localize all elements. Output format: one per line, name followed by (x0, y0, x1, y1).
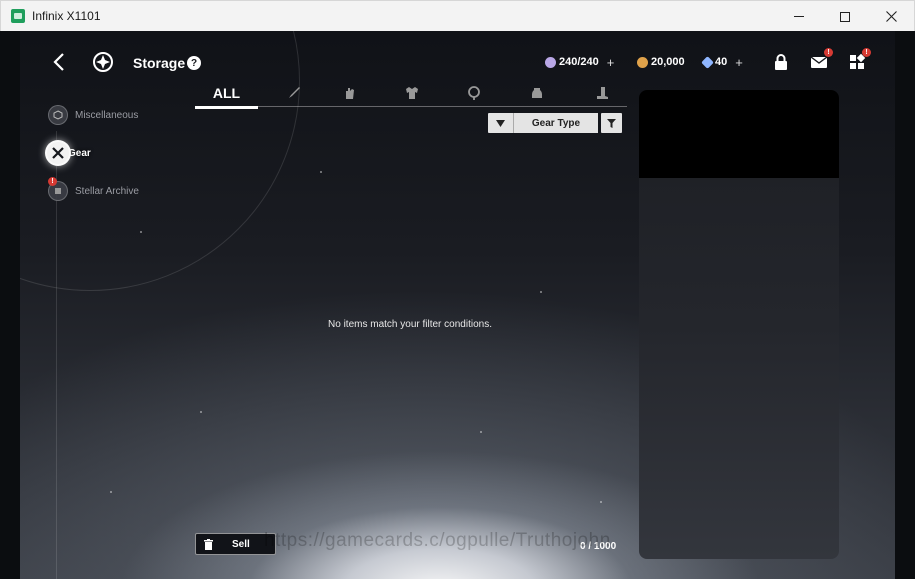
menu-button[interactable]: ! (848, 48, 871, 71)
tab-weapon[interactable] (279, 79, 309, 107)
item-preview-area (639, 90, 839, 178)
minimize-icon (794, 16, 804, 17)
maximize-button[interactable] (822, 1, 868, 32)
tab-boots[interactable] (587, 79, 617, 107)
gems-add-button[interactable]: + (735, 55, 743, 70)
window-title: Infinix X1101 (32, 9, 101, 23)
app-icon (11, 9, 25, 23)
stamina-icon (545, 56, 556, 68)
trash-icon (204, 538, 213, 550)
sidebar-item-miscellaneous[interactable]: Miscellaneous (48, 105, 138, 125)
star (480, 431, 482, 433)
sort-direction-button[interactable] (488, 113, 513, 133)
help-icon[interactable]: ? (187, 56, 201, 70)
chevron-left-icon (53, 53, 64, 71)
maximize-icon (840, 11, 850, 22)
sidebar-item-stellar-archive[interactable]: ! Stellar Archive (48, 177, 139, 201)
boots-tab-icon (597, 87, 608, 99)
credits-icon (637, 56, 648, 68)
stamina-value: 240/240 (559, 56, 599, 68)
mail-button[interactable]: ! (810, 48, 833, 71)
star (540, 291, 542, 293)
close-button[interactable] (868, 1, 914, 32)
tab-gloves[interactable] (335, 79, 365, 107)
watermark-text: https://gamecards.c/ogpulle/Truthojohn (264, 530, 611, 551)
sidebar-item-label: Gear (68, 147, 91, 159)
gems-currency[interactable]: 40 + (701, 54, 743, 70)
filter-funnel-icon (607, 118, 616, 128)
star (600, 501, 602, 503)
filter-button[interactable] (601, 113, 622, 133)
lock-button[interactable] (772, 53, 790, 71)
sidebar-item-label: Miscellaneous (75, 109, 139, 121)
gems-value: 40 (715, 56, 728, 68)
storage-emblem-icon (93, 52, 113, 72)
tab-helmet[interactable] (522, 79, 552, 107)
credits-value: 20,000 (651, 56, 685, 68)
mail-badge: ! (824, 48, 833, 57)
ring-tab-icon (468, 86, 480, 100)
lock-icon (775, 54, 787, 70)
page-title: Storage (133, 55, 186, 71)
star (200, 411, 202, 413)
star (320, 171, 322, 173)
star (110, 491, 112, 493)
glove-tab-icon (346, 88, 354, 99)
item-detail-panel (639, 90, 839, 559)
gems-icon (701, 55, 714, 69)
credits-currency: 20,000 (637, 54, 685, 70)
box-icon (48, 105, 68, 125)
sort-select[interactable]: Gear Type (513, 113, 598, 133)
crossed-swords-icon (45, 140, 71, 166)
game-viewport: Storage ? 240/240 + 20,000 40 + ! ! Misc… (20, 31, 895, 579)
sidebar-item-gear[interactable]: Gear (45, 140, 91, 166)
window-titlebar: Infinix X1101 (0, 0, 915, 31)
stamina-currency[interactable]: 240/240 + (545, 54, 614, 70)
caret-down-icon (496, 119, 505, 127)
stellar-archive-badge: ! (48, 177, 57, 186)
helmet-tab-icon (532, 88, 542, 98)
game-area: Storage ? 240/240 + 20,000 40 + ! ! Misc… (0, 31, 915, 579)
cube-icon: ! (48, 177, 68, 201)
armor-tab-icon (406, 87, 418, 99)
minimize-button[interactable] (776, 1, 822, 32)
sword-tab-icon (289, 87, 300, 98)
tab-armor[interactable] (397, 79, 427, 107)
star (140, 231, 142, 233)
tab-all[interactable]: ALL (195, 79, 258, 109)
sell-label: Sell (232, 538, 250, 550)
tab-accessory[interactable] (459, 79, 489, 107)
menu-badge: ! (862, 48, 871, 57)
close-icon (885, 11, 897, 22)
sidebar-item-label: Stellar Archive (75, 185, 139, 197)
gear-category-tabs: ALL (195, 79, 627, 109)
stamina-add-button[interactable]: + (607, 55, 615, 70)
back-button[interactable] (48, 51, 70, 73)
